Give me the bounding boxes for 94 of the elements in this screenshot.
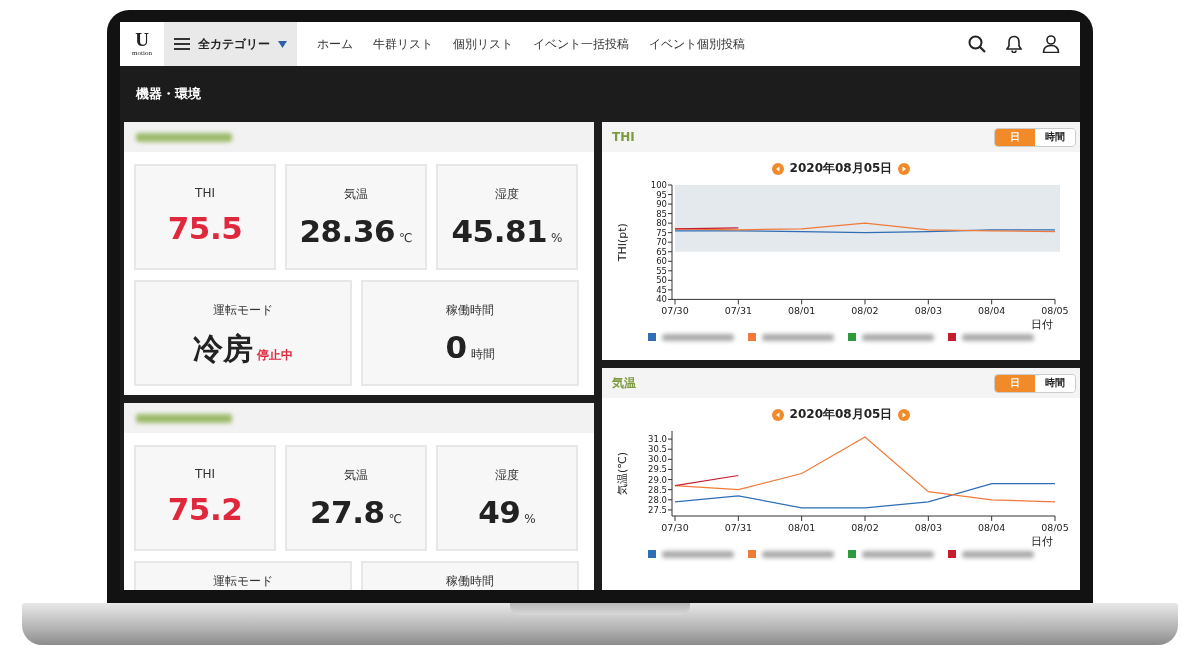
date-label: 2020年08月05日 (789, 406, 893, 423)
metric-label: 気温 (344, 186, 368, 203)
metric-value: 27.8 (310, 494, 385, 530)
redacted-label (962, 550, 1034, 558)
caret-icon (278, 40, 287, 48)
axis-tick-label: 27.5 (648, 504, 667, 515)
axis-tick-label: 40 (656, 294, 667, 305)
axis-title: THI(pt) (616, 223, 629, 262)
metric-value: 49 (478, 494, 521, 530)
redacted-label (862, 333, 934, 341)
axis-tick-label: 07/30 (661, 305, 689, 317)
category-menu-button[interactable]: 全カテゴリー (164, 22, 297, 66)
bell-icon[interactable] (1006, 35, 1022, 53)
nav-link[interactable]: 個別リスト (443, 35, 523, 53)
unit-label: ℃ (388, 512, 402, 526)
metric-label: THI (195, 186, 215, 200)
axis-tick-label: 07/31 (724, 305, 752, 317)
axis-tick-label: 08/04 (977, 522, 1006, 533)
metric-value: 45.81 (451, 213, 548, 249)
axis-tick-label: 08/03 (914, 305, 942, 317)
axis-tick-label: 31.0 (648, 434, 667, 445)
axis-title: 日付 (1031, 535, 1053, 547)
redacted-label (762, 550, 834, 558)
axis-tick-label: 95 (656, 189, 667, 200)
metric-label: THI (195, 467, 215, 481)
nav-link[interactable]: 牛群リスト (363, 35, 443, 53)
metric-label: 運転モード (213, 573, 273, 590)
axis-tick-label: 08/03 (914, 522, 943, 533)
axis-tick-label: 08/05 (1041, 522, 1069, 533)
axis-tick-label: 08/02 (851, 305, 879, 317)
axis-tick-label: 29.5 (648, 464, 667, 475)
axis-tick-label: 85 (656, 208, 667, 219)
axis-tick-label: 80 (656, 218, 667, 229)
axis-tick-label: 08/04 (978, 305, 1006, 317)
axis-tick-label: 28.0 (648, 494, 667, 505)
metric-value: 75.5 (167, 210, 243, 246)
axis-tick-label: 08/02 (851, 522, 879, 533)
axis-tick-label: 55 (656, 265, 667, 276)
metric-label: 湿度 (495, 186, 519, 203)
menu-icon (174, 38, 190, 50)
redacted-label (662, 333, 734, 341)
axis-tick-label: 30.5 (648, 444, 667, 455)
redacted-label (962, 333, 1034, 341)
axis-tick-label: 50 (656, 275, 667, 286)
axis-tick-label: 29.0 (648, 474, 667, 485)
metric-label: 稼働時間 (446, 573, 494, 590)
previous-icon[interactable] (771, 162, 784, 175)
unit-label: ℃ (399, 231, 413, 245)
axis-tick-label: 60 (656, 256, 667, 267)
metric-label: 湿度 (495, 467, 519, 484)
search-icon[interactable] (968, 35, 986, 53)
toggle-button[interactable]: 時間 (1035, 128, 1075, 146)
nav-link[interactable]: ホーム (307, 35, 363, 53)
metric-value: 28.36 (299, 213, 396, 249)
unit-label: 時間 (470, 346, 495, 363)
axis-tick-label: 07/30 (661, 522, 689, 533)
previous-icon[interactable] (771, 408, 784, 421)
nav-link[interactable]: イベント個別投稿 (639, 35, 755, 53)
next-icon[interactable] (898, 408, 911, 421)
axis-tick-label: 30.0 (648, 454, 667, 465)
metric-value: 75.2 (167, 491, 243, 527)
page-title: 機器・環境 (136, 85, 201, 103)
axis-tick-label: 45 (656, 284, 667, 295)
nav-link[interactable]: イベント一括投稿 (523, 35, 639, 53)
axis-tick-label: 90 (656, 199, 667, 210)
axis-tick-label: 08/01 (788, 305, 816, 317)
next-icon[interactable] (898, 162, 911, 175)
axis-tick-label: 08/05 (1041, 305, 1069, 317)
status-label: 停止中 (257, 347, 293, 364)
redacted-label (662, 550, 734, 558)
axis-tick-label: 70 (656, 237, 667, 248)
user-icon[interactable] (1042, 35, 1060, 53)
axis-tick-label: 100 (650, 180, 667, 190)
metric-label: 気温 (344, 467, 368, 484)
axis-tick-label: 65 (656, 246, 667, 257)
redacted-label (862, 550, 934, 558)
axis-title: 日付 (1031, 318, 1053, 331)
axis-tick-label: 07/31 (724, 522, 753, 533)
axis-tick-label: 08/01 (787, 522, 816, 533)
unit-label: % (551, 231, 563, 245)
axis-tick-label: 75 (656, 227, 667, 238)
logo-letter: U (135, 31, 149, 49)
metric-label: 稼働時間 (446, 302, 494, 319)
toggle-button[interactable]: 時間 (1035, 374, 1075, 392)
date-label: 2020年08月05日 (789, 160, 893, 177)
panel-title: THI (612, 130, 635, 144)
redacted-label (762, 333, 834, 341)
panel-title: 気温 (612, 374, 636, 392)
axis-tick-label: 28.5 (648, 484, 667, 495)
metric-label: 運転モード (213, 302, 273, 319)
unit-label: % (524, 512, 536, 526)
metric-value: 冷房 (193, 330, 253, 368)
axis-title: 気温(℃) (616, 452, 629, 495)
metric-value: 0 (445, 329, 467, 365)
